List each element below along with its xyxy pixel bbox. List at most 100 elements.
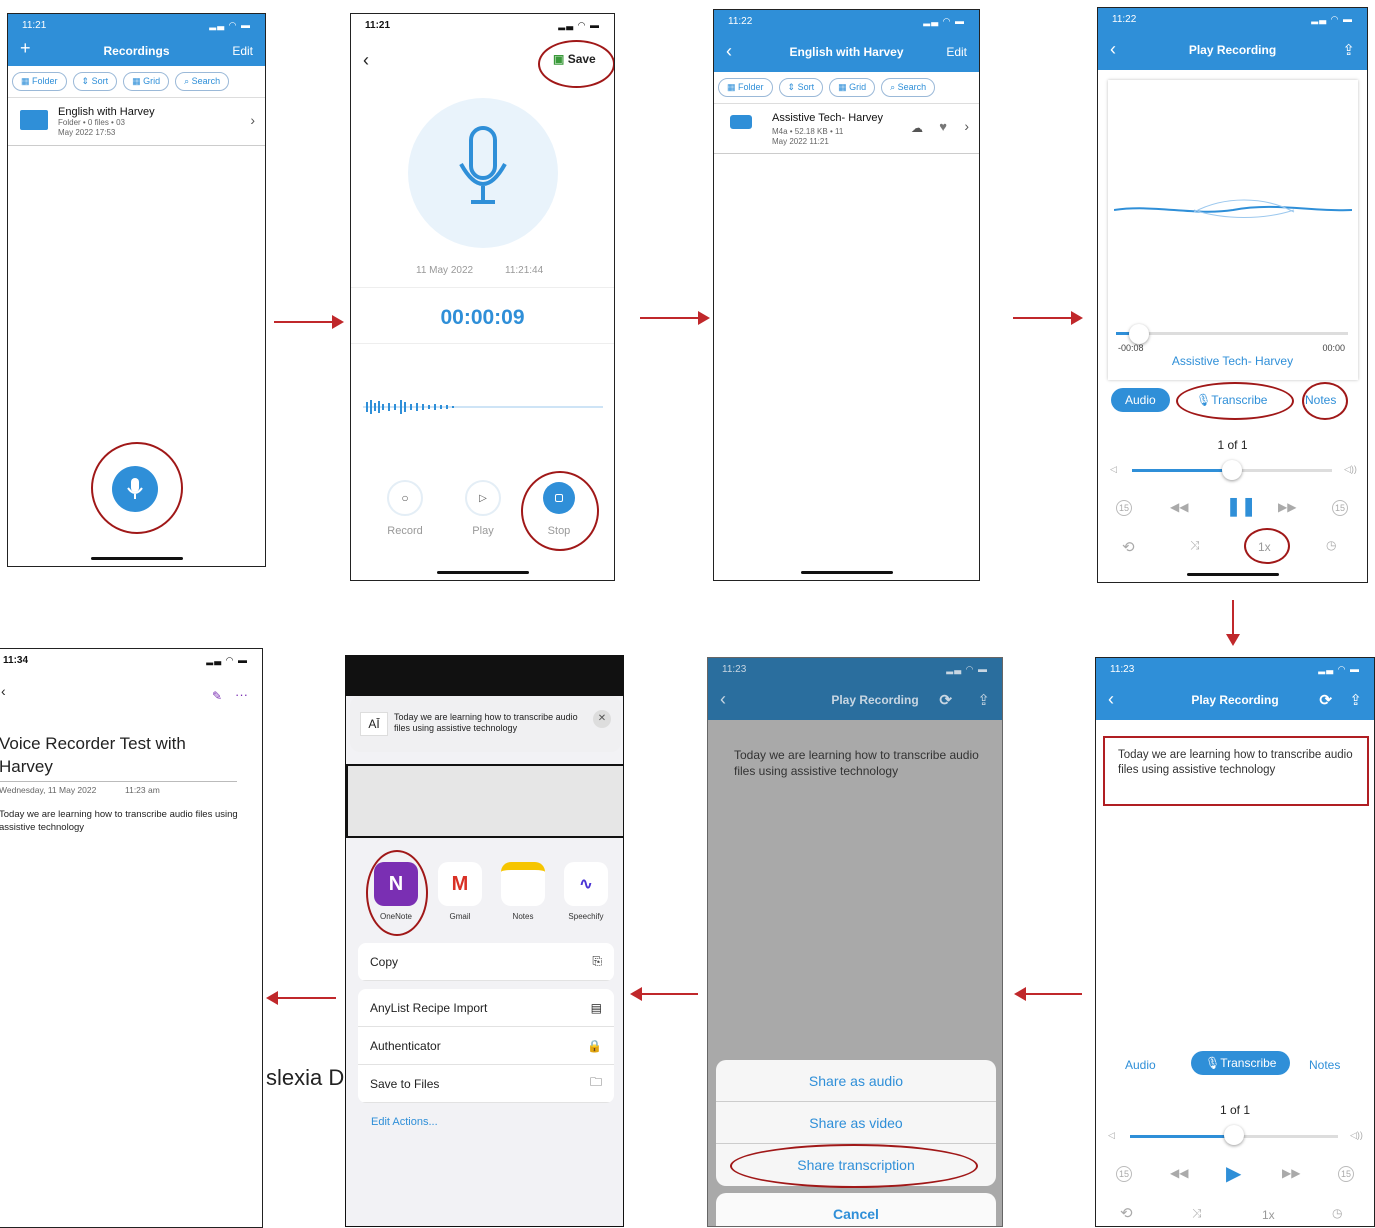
playback-slider[interactable] — [1116, 332, 1348, 335]
rewind-15-icon[interactable]: 15 — [1116, 500, 1132, 516]
back-icon[interactable]: ‹ — [720, 689, 726, 710]
heart-icon[interactable]: ♥ — [939, 119, 947, 134]
search-button[interactable]: ⌕ Search — [175, 72, 230, 91]
action-list-1: Copy ⎘ — [358, 943, 614, 981]
status-icons: ▂▃ ◠ ▬ — [558, 19, 600, 30]
edit-button[interactable]: Edit — [232, 44, 253, 58]
close-icon[interactable]: ✕ — [593, 710, 611, 728]
header: 11:23 ▂▃ ◠ ▬ ‹ Play Recording ⟳ ⇪ — [708, 658, 1002, 720]
sort-button[interactable]: ⇕ Sort — [778, 78, 824, 97]
back-icon[interactable]: ‹ — [1108, 689, 1114, 710]
status-time: 11:22 — [1112, 13, 1137, 25]
search-button[interactable]: ⌕ Search — [881, 78, 936, 97]
transcript-text: Today we are learning how to transcribe … — [734, 748, 979, 778]
highlight-ring — [1302, 382, 1348, 420]
page-title: Voice Recorder Test with Harvey — [0, 734, 186, 776]
sync-icon[interactable]: ⟳ — [1319, 691, 1332, 709]
rewind-15-icon[interactable]: 15 — [1116, 1166, 1132, 1182]
status-icons: ▂▃ ◠ ▬ — [206, 654, 248, 665]
app-label: Notes — [512, 912, 534, 921]
volume-slider-knob[interactable] — [1222, 460, 1242, 480]
play-icon[interactable]: ▶ — [1226, 1161, 1241, 1186]
screen-transcribe: 11:23 ▂▃ ◠ ▬ ‹ Play Recording ⟳ ⇪ Today w… — [1095, 657, 1375, 1227]
speechify-icon[interactable]: ∿ — [564, 862, 608, 906]
status-time: 11:23 — [1110, 663, 1135, 675]
header: 11:21 ▂▃ ◠ ▬ + Recordings Edit — [8, 14, 265, 66]
cloud-icon[interactable]: ☁ — [911, 121, 923, 135]
edit-button[interactable]: Edit — [946, 45, 967, 59]
play-control-button[interactable]: ▷ — [465, 480, 501, 516]
speed-button[interactable]: 1x — [1262, 1208, 1275, 1222]
highlight-ring — [538, 40, 614, 88]
shuffle-icon[interactable]: ⤨ — [1190, 538, 1200, 553]
share-audio-button[interactable]: Share as audio — [716, 1060, 996, 1102]
screen-recordings-list: 11:21 ▂▃ ◠ ▬ + Recordings Edit ▦ Folder ⇕… — [7, 13, 266, 567]
pen-icon[interactable]: ✎ — [212, 689, 222, 703]
screen-recorder: 11:21 ▂▃ ◠ ▬ ‹ ▣ Save 11 May 2022 11:21:4… — [350, 13, 615, 581]
forward-15-icon[interactable]: 15 — [1332, 500, 1348, 516]
gmail-icon[interactable]: M — [438, 862, 482, 906]
folder-icon — [20, 110, 48, 130]
anylist-action[interactable]: AnyList Recipe Import ▤ — [358, 989, 614, 1027]
tab-audio[interactable]: Audio — [1111, 388, 1170, 412]
timer-icon[interactable]: ◷ — [1332, 1206, 1342, 1220]
microphone-icon — [459, 126, 507, 204]
status-time: 11:34 — [3, 654, 29, 666]
authenticator-action[interactable]: Authenticator 🔒 — [358, 1027, 614, 1065]
back-icon[interactable]: ‹ — [363, 50, 369, 71]
back-icon[interactable]: ‹ — [1110, 39, 1116, 60]
page-title: Play Recording — [1188, 43, 1277, 57]
status-time: 11:21 — [22, 19, 47, 31]
page-title: Play Recording — [1191, 693, 1279, 707]
position-label: -00:08 — [1118, 343, 1144, 353]
previous-icon[interactable]: ◀◀ — [1170, 500, 1188, 514]
grid-button[interactable]: ▦ Grid — [829, 78, 876, 97]
tab-audio[interactable]: Audio — [1125, 1058, 1156, 1072]
cancel-button[interactable]: Cancel — [716, 1193, 996, 1226]
screen-onenote-page: 11:34 ▂▃ ◠ ▬ ‹ ✎ ··· Voice Recorder Test … — [0, 648, 263, 1228]
tab-notes[interactable]: Notes — [1309, 1058, 1340, 1072]
share-video-button[interactable]: Share as video — [716, 1102, 996, 1144]
volume-slider-fill — [1130, 1135, 1234, 1138]
timer-icon[interactable]: ◷ — [1326, 538, 1336, 552]
folder-button[interactable]: ▦ Folder — [12, 72, 67, 91]
sort-button[interactable]: ⇕ Sort — [72, 72, 118, 91]
grid-button[interactable]: ▦ Grid — [123, 72, 170, 91]
record-control-button[interactable]: ○ — [387, 480, 423, 516]
save-to-files-action[interactable]: Save to Files 🗀 — [358, 1065, 614, 1103]
tab-transcribe[interactable]: 🎙Transcribe — [1191, 1051, 1291, 1075]
previous-icon[interactable]: ◀◀ — [1170, 1166, 1188, 1180]
share-icon[interactable]: ⇪ — [977, 691, 990, 709]
waveform — [363, 400, 603, 414]
next-icon[interactable]: ▶▶ — [1278, 500, 1296, 514]
pause-icon[interactable]: ❚❚ — [1226, 496, 1256, 517]
record-date: 11 May 2022 — [416, 265, 474, 276]
shuffle-icon[interactable]: ⤨ — [1192, 1206, 1202, 1221]
volume-slider-knob[interactable] — [1224, 1125, 1244, 1145]
back-icon[interactable]: ‹ — [726, 41, 732, 62]
share-card: AĪ Today we are learning how to transcri… — [350, 696, 621, 752]
highlight-ring — [521, 471, 599, 551]
flow-arrow — [640, 311, 710, 325]
repeat-icon[interactable]: ⟲ — [1120, 1204, 1133, 1222]
back-icon[interactable]: ‹ — [1, 683, 6, 699]
folder-button[interactable]: ▦ Folder — [718, 78, 773, 97]
status-icons: ▂▃ ◠ ▬ — [209, 19, 251, 30]
more-icon[interactable]: ··· — [235, 687, 248, 702]
copy-action[interactable]: Copy ⎘ — [358, 943, 614, 981]
flow-arrow — [630, 987, 698, 1001]
repeat-icon[interactable]: ⟲ — [1122, 538, 1135, 556]
list-item[interactable]: English with Harvey Folder • 0 files • 0… — [8, 98, 265, 147]
list-item[interactable]: Assistive Tech- Harvey M4a • 52.18 KB • … — [714, 104, 979, 154]
add-icon[interactable]: + — [20, 38, 31, 59]
edit-actions-link[interactable]: Edit Actions... — [371, 1116, 438, 1128]
status-time: 11:21 — [365, 19, 391, 31]
forward-15-icon[interactable]: 15 — [1338, 1166, 1354, 1182]
share-icon[interactable]: ⇪ — [1349, 691, 1362, 709]
next-icon[interactable]: ▶▶ — [1282, 1166, 1300, 1180]
volume-high-icon: ◁)) — [1344, 464, 1357, 474]
share-icon[interactable]: ⇪ — [1342, 41, 1355, 59]
folder-icon: 🗀 — [589, 1075, 602, 1089]
notes-icon[interactable] — [501, 862, 545, 906]
sync-icon[interactable]: ⟳ — [939, 691, 952, 709]
